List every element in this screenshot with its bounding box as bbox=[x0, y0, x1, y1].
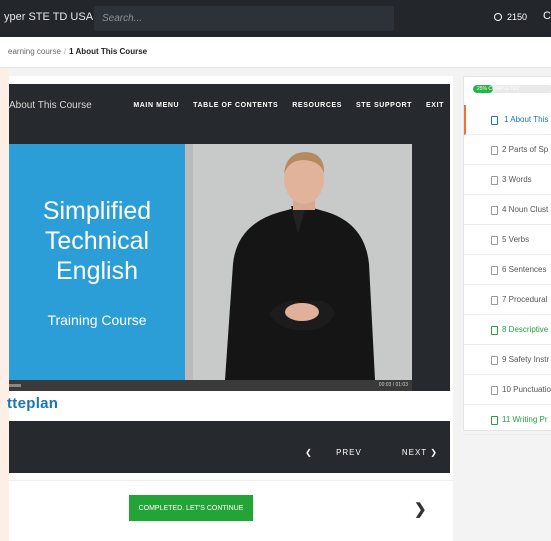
lesson-item[interactable]: 2 Parts of Sp bbox=[464, 135, 551, 165]
points-counter[interactable]: 2150 bbox=[494, 12, 527, 22]
main-menu-link[interactable]: MAIN MENU bbox=[133, 102, 179, 109]
site-title[interactable]: yper STE TD USA bbox=[4, 11, 93, 23]
breadcrumb-bar: earning course/1 About This Course bbox=[0, 37, 551, 68]
lesson-item-label: 7 Procedural bbox=[502, 295, 548, 304]
lesson-item[interactable]: 4 Noun Clust bbox=[464, 195, 551, 225]
document-icon bbox=[491, 176, 498, 185]
lesson-item-label: 2 Parts of Sp bbox=[502, 145, 549, 154]
lesson-item-label: 6 Sentences bbox=[502, 265, 547, 274]
exit-link[interactable]: EXIT bbox=[426, 102, 444, 109]
course-player: About This Course MAIN MENU TABLE OF CONT… bbox=[7, 84, 450, 473]
table-of-contents-link[interactable]: TABLE OF CONTENTS bbox=[193, 102, 278, 109]
video-title-line: English bbox=[56, 257, 138, 285]
lesson-item[interactable]: 8 Descriptive bbox=[464, 315, 551, 345]
document-icon bbox=[491, 296, 498, 305]
course-progress-label: 25% COMPLETED bbox=[477, 86, 520, 92]
topbar-truncated-item[interactable]: C bbox=[543, 10, 551, 22]
document-icon bbox=[491, 356, 498, 365]
video-subtitle: Training Course bbox=[47, 312, 147, 328]
document-icon bbox=[491, 386, 498, 395]
presenter-image bbox=[185, 144, 412, 380]
document-icon bbox=[491, 116, 498, 125]
search-input[interactable] bbox=[94, 6, 390, 31]
prev-next-controls: ❮ PREV NEXT ❯ bbox=[285, 448, 438, 457]
player-nav: MAIN MENU TABLE OF CONTENTS RESOURCES STE S… bbox=[119, 102, 444, 109]
course-progress-bar: 25% COMPLETED bbox=[473, 85, 551, 93]
ste-support-link[interactable]: STE SUPPORT bbox=[356, 102, 412, 109]
lesson-item-label: 11 Writing Pr bbox=[502, 415, 548, 424]
top-navigation-bar: yper STE TD USA 2150 C bbox=[0, 0, 551, 37]
presenter-video bbox=[185, 144, 412, 380]
document-icon bbox=[491, 416, 498, 425]
logo-area: tteplan bbox=[7, 391, 450, 421]
video-title-line: Technical bbox=[44, 227, 150, 255]
completed-continue-button[interactable]: COMPLETED. LET'S CONTINUE bbox=[129, 495, 253, 521]
next-lesson-arrow-icon[interactable]: ❯ bbox=[414, 500, 427, 518]
resources-link[interactable]: RESOURCES bbox=[292, 102, 342, 109]
document-icon bbox=[491, 146, 498, 155]
video-title-card: Simplified Technical English Training Co… bbox=[9, 144, 185, 380]
video-progress-bar[interactable]: 00:03 / 01:03 bbox=[9, 380, 412, 391]
lesson-item-label: 9 Safety Instr bbox=[502, 355, 550, 364]
video-title-line: Simplified bbox=[42, 197, 152, 225]
lesson-item[interactable]: 11 Writing Pr bbox=[464, 405, 551, 435]
lesson-item[interactable]: 1 About This bbox=[464, 105, 551, 135]
points-icon bbox=[494, 12, 502, 21]
document-icon bbox=[491, 326, 498, 335]
next-label: NEXT bbox=[401, 448, 428, 457]
breadcrumb-parent-link[interactable]: earning course bbox=[8, 47, 61, 56]
lesson-item[interactable]: 7 Procedural bbox=[464, 285, 551, 315]
lesson-item[interactable]: 6 Sentences bbox=[464, 255, 551, 285]
lesson-item-label: 1 About This bbox=[504, 115, 549, 124]
prev-button[interactable]: ❮ PREV bbox=[305, 448, 362, 457]
lesson-item-label: 8 Descriptive bbox=[502, 325, 549, 334]
lesson-item-label: 5 Verbs bbox=[502, 235, 530, 244]
video-title: Simplified Technical English bbox=[9, 196, 185, 286]
prev-label: PREV bbox=[336, 448, 362, 457]
video-progress-fill bbox=[9, 384, 22, 387]
lesson-item[interactable]: 10 Punctuatio bbox=[464, 375, 551, 405]
company-logo: tteplan bbox=[7, 395, 59, 412]
document-icon bbox=[491, 206, 498, 215]
breadcrumb-separator: / bbox=[63, 47, 67, 56]
next-button[interactable]: NEXT ❯ bbox=[382, 448, 438, 457]
left-panel-edge bbox=[0, 68, 9, 541]
lesson-item-label: 4 Noun Clust bbox=[502, 205, 549, 214]
lesson-item-label: 10 Punctuatio bbox=[502, 385, 551, 394]
course-outline-sidebar: 25% COMPLETED 1 About This 2 Parts of Sp 3… bbox=[463, 76, 551, 435]
lesson-item[interactable]: 9 Safety Instr bbox=[464, 345, 551, 375]
document-icon bbox=[491, 266, 498, 275]
lesson-list: 1 About This 2 Parts of Sp 3 Words 4 Noun C… bbox=[464, 105, 551, 435]
lesson-item[interactable]: 5 Verbs bbox=[464, 225, 551, 255]
breadcrumb: earning course/1 About This Course bbox=[8, 47, 147, 56]
continue-bar: COMPLETED. LET'S CONTINUE ❯ bbox=[9, 480, 453, 537]
video-frame[interactable]: Simplified Technical English Training Co… bbox=[9, 144, 412, 391]
breadcrumb-current: 1 About This Course bbox=[69, 47, 148, 56]
document-icon bbox=[491, 236, 498, 245]
lesson-item[interactable]: 3 Words bbox=[464, 165, 551, 195]
player-title: About This Course bbox=[9, 100, 92, 111]
search-box bbox=[94, 6, 394, 31]
points-value: 2150 bbox=[507, 12, 528, 22]
lesson-item-label: 3 Words bbox=[502, 175, 532, 184]
video-time: 00:03 / 01:03 bbox=[378, 382, 408, 388]
